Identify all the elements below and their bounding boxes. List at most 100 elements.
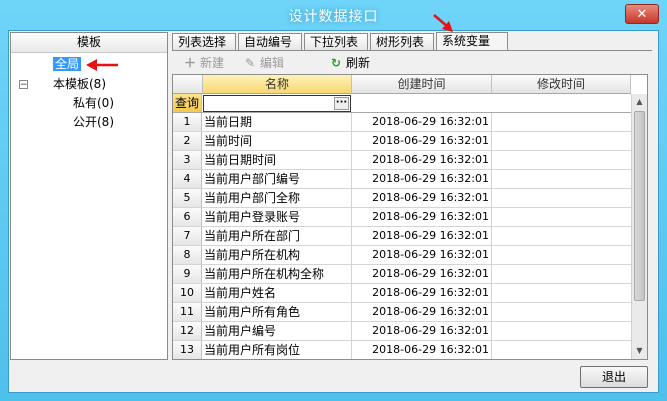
ellipsis-button[interactable]: ··· — [334, 97, 349, 110]
name-filter-input[interactable]: ··· — [203, 95, 351, 112]
modified-cell[interactable] — [492, 132, 631, 150]
column-header-modified[interactable]: 修改时间 — [492, 75, 631, 94]
name-cell[interactable]: 当前用户所有岗位 — [203, 341, 352, 359]
row-number: 1 — [173, 113, 202, 131]
modified-cell[interactable] — [492, 208, 631, 226]
name-cell[interactable]: 当前日期 — [203, 113, 352, 131]
table-row[interactable]: 7 当前用户所在部门 2018-06-29 16:32:01 — [173, 227, 631, 246]
table-row[interactable]: 11 当前用户所有角色 2018-06-29 16:32:01 — [173, 303, 631, 322]
row-number: 9 — [173, 265, 202, 283]
tree-item-private[interactable]: 私有(0) — [73, 95, 114, 111]
row-number: 2 — [173, 132, 202, 150]
row-number: 10 — [173, 284, 202, 302]
created-cell[interactable]: 2018-06-29 16:32:01 — [352, 246, 492, 264]
tab-auto-number[interactable]: 自动编号 — [238, 33, 302, 50]
refresh-icon: ↻ — [330, 56, 342, 70]
filter-row: 查询 ··· — [173, 94, 631, 113]
tree-item-global[interactable]: 全局 — [51, 56, 83, 72]
created-cell[interactable]: 2018-06-29 16:32:01 — [352, 265, 492, 283]
collapse-toggle-icon[interactable]: − — [19, 80, 28, 90]
table-row[interactable]: 4 当前用户部门编号 2018-06-29 16:32:01 — [173, 170, 631, 189]
modified-cell[interactable] — [492, 113, 631, 131]
refresh-label: 刷新 — [346, 56, 371, 70]
modified-cell[interactable] — [492, 265, 631, 283]
row-number: 11 — [173, 303, 202, 321]
created-cell[interactable]: 2018-06-29 16:32:01 — [352, 113, 492, 131]
table-row[interactable]: 9 当前用户所在机构全称 2018-06-29 16:32:01 — [173, 265, 631, 284]
created-cell[interactable]: 2018-06-29 16:32:01 — [352, 189, 492, 207]
dialog-window: 设计数据接口 ✕ 模板 全局 − 本模板(8) 私有(0) 公开(8) 列表选择… — [0, 0, 667, 401]
row-number-header — [173, 75, 203, 94]
modified-cell[interactable] — [492, 303, 631, 321]
refresh-button[interactable]: ↻ 刷新 — [328, 54, 370, 72]
modified-cell[interactable] — [492, 341, 631, 359]
table-row[interactable]: 6 当前用户登录账号 2018-06-29 16:32:01 — [173, 208, 631, 227]
modified-cell[interactable] — [492, 322, 631, 340]
created-cell[interactable]: 2018-06-29 16:32:01 — [352, 303, 492, 321]
created-cell[interactable]: 2018-06-29 16:32:01 — [352, 322, 492, 340]
dialog-client-area: 模板 全局 − 本模板(8) 私有(0) 公开(8) 列表选择 自动编号 下拉列… — [8, 14, 659, 393]
tab-strip: 列表选择 自动编号 下拉列表 树形列表 系统变量 — [172, 32, 652, 51]
template-panel-header: 模板 — [11, 33, 167, 53]
table-row[interactable]: 2 当前时间 2018-06-29 16:32:01 — [173, 132, 631, 151]
table-row[interactable]: 8 当前用户所在机构 2018-06-29 16:32:01 — [173, 246, 631, 265]
window-title: 设计数据接口 — [288, 9, 379, 25]
column-header-name[interactable]: 名称 — [203, 75, 352, 94]
new-label: 新建 — [200, 56, 225, 70]
table-row[interactable]: 10 当前用户姓名 2018-06-29 16:32:01 — [173, 284, 631, 303]
name-cell[interactable]: 当前用户部门全称 — [203, 189, 352, 207]
tab-dropdown-list[interactable]: 下拉列表 — [304, 33, 368, 50]
modified-cell[interactable] — [492, 246, 631, 264]
pencil-icon: ✎ — [244, 56, 256, 70]
name-cell[interactable]: 当前用户所有角色 — [203, 303, 352, 321]
table-row[interactable]: 3 当前日期时间 2018-06-29 16:32:01 — [173, 151, 631, 170]
modified-cell[interactable] — [492, 284, 631, 302]
table-row[interactable]: 1 当前日期 2018-06-29 16:32:01 — [173, 113, 631, 132]
name-cell[interactable]: 当前用户姓名 — [203, 284, 352, 302]
edit-button[interactable]: ✎ 编辑 — [242, 54, 284, 72]
row-number: 13 — [173, 341, 202, 359]
scroll-up-icon[interactable]: ▲ — [632, 94, 647, 110]
title-bar[interactable]: 设计数据接口 ✕ — [0, 0, 667, 28]
tree-item-label: 全局 — [51, 56, 83, 72]
tree-item-this-template[interactable]: 本模板(8) — [53, 76, 106, 92]
tab-list-select[interactable]: 列表选择 — [172, 33, 236, 50]
name-cell[interactable]: 当前用户编号 — [203, 322, 352, 340]
row-number: 7 — [173, 227, 202, 245]
new-button[interactable]: ＋ 新建 — [182, 54, 224, 72]
modified-cell[interactable] — [492, 151, 631, 169]
exit-button[interactable]: 退出 — [580, 366, 648, 388]
vertical-scrollbar[interactable]: ▲ ▼ — [631, 94, 647, 359]
tab-tree-list[interactable]: 树形列表 — [370, 33, 434, 50]
name-cell[interactable]: 当前用户登录账号 — [203, 208, 352, 226]
row-number: 6 — [173, 208, 202, 226]
name-cell[interactable]: 当前日期时间 — [203, 151, 352, 169]
table-row[interactable]: 5 当前用户部门全称 2018-06-29 16:32:01 — [173, 189, 631, 208]
created-cell[interactable]: 2018-06-29 16:32:01 — [352, 151, 492, 169]
modified-cell[interactable] — [492, 227, 631, 245]
created-cell[interactable]: 2018-06-29 16:32:01 — [352, 170, 492, 188]
modified-cell[interactable] — [492, 170, 631, 188]
created-cell[interactable]: 2018-06-29 16:32:01 — [352, 132, 492, 150]
name-cell[interactable]: 当前用户所在部门 — [203, 227, 352, 245]
name-cell[interactable]: 当前用户部门编号 — [203, 170, 352, 188]
created-cell[interactable]: 2018-06-29 16:32:01 — [352, 341, 492, 359]
row-number: 4 — [173, 170, 202, 188]
scrollbar-thumb[interactable] — [634, 111, 645, 301]
name-cell[interactable]: 当前用户所在机构 — [203, 246, 352, 264]
tree-item-public[interactable]: 公开(8) — [73, 114, 114, 130]
name-cell[interactable]: 当前时间 — [203, 132, 352, 150]
close-button[interactable]: ✕ — [625, 4, 659, 24]
column-header-created[interactable]: 创建时间 — [352, 75, 492, 94]
row-number: 12 — [173, 322, 202, 340]
table-row[interactable]: 13 当前用户所有岗位 2018-06-29 16:32:01 — [173, 341, 631, 359]
created-cell[interactable]: 2018-06-29 16:32:01 — [352, 227, 492, 245]
name-cell[interactable]: 当前用户所在机构全称 — [203, 265, 352, 283]
modified-cell[interactable] — [492, 189, 631, 207]
row-number: 8 — [173, 246, 202, 264]
created-cell[interactable]: 2018-06-29 16:32:01 — [352, 208, 492, 226]
row-number: 3 — [173, 151, 202, 169]
table-row[interactable]: 12 当前用户编号 2018-06-29 16:32:01 — [173, 322, 631, 341]
created-cell[interactable]: 2018-06-29 16:32:01 — [352, 284, 492, 302]
scroll-down-icon[interactable]: ▼ — [632, 343, 647, 359]
